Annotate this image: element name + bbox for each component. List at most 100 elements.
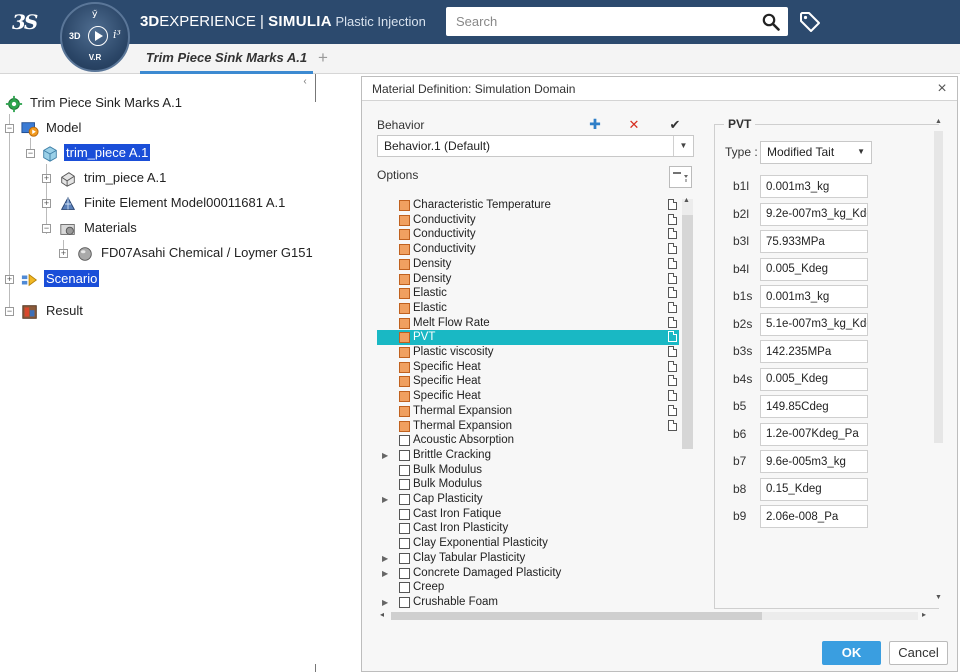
tag-icon[interactable] — [798, 10, 822, 34]
options-filter-button[interactable] — [669, 166, 692, 188]
option-item[interactable]: Bulk Modulus — [377, 463, 679, 478]
option-item[interactable]: Elastic — [377, 301, 679, 316]
expand-arrow-icon[interactable]: ▶ — [382, 595, 388, 608]
expand-toggle[interactable]: − — [26, 149, 35, 158]
pvt-param-input[interactable] — [760, 395, 868, 418]
document-icon[interactable] — [668, 199, 677, 210]
expand-toggle[interactable]: − — [42, 224, 51, 233]
document-icon[interactable] — [668, 360, 677, 372]
add-tab-button[interactable]: + — [318, 48, 328, 68]
document-icon[interactable] — [668, 331, 677, 343]
behavior-select[interactable]: Behavior.1 (Default) ▼ — [377, 135, 694, 157]
document-icon[interactable] — [668, 257, 677, 269]
option-item[interactable]: Cast Iron Plasticity — [377, 521, 679, 536]
option-checkbox[interactable] — [399, 523, 410, 535]
option-item[interactable]: ▶ Brittle Cracking — [377, 448, 679, 463]
option-item[interactable]: Thermal Expansion — [377, 419, 679, 434]
option-item[interactable]: Density — [377, 257, 679, 272]
tree-node-result[interactable]: Result — [20, 300, 85, 322]
pvt-param-input[interactable] — [760, 450, 868, 473]
option-checkbox[interactable] — [399, 405, 410, 417]
option-checkbox[interactable] — [399, 567, 410, 579]
option-item[interactable]: Density — [377, 272, 679, 287]
document-icon[interactable] — [668, 243, 677, 255]
pvt-param-input[interactable] — [760, 367, 868, 391]
expand-arrow-icon[interactable]: ▶ — [382, 448, 388, 463]
document-icon[interactable] — [668, 375, 677, 387]
tree-node-model[interactable]: Model — [20, 117, 83, 139]
collapse-panel-button[interactable]: ‹ — [298, 75, 312, 89]
tree-node-material-item[interactable]: FD07Asahi Chemical / Loymer G151 — [75, 242, 315, 264]
pvt-param-input[interactable] — [760, 175, 868, 198]
option-checkbox[interactable] — [399, 273, 410, 285]
option-item[interactable]: ▶ Clay Tabular Plasticity — [377, 551, 679, 566]
option-checkbox[interactable] — [399, 420, 410, 432]
tree-node-trim-piece-selected[interactable]: trim_piece A.1 — [40, 142, 151, 164]
cancel-button[interactable]: Cancel — [889, 641, 948, 665]
pvt-type-select[interactable]: Modified Tait ▼ — [760, 141, 872, 164]
option-checkbox[interactable] — [399, 464, 410, 476]
option-item[interactable]: Acoustic Absorption — [377, 433, 679, 448]
pvt-param-input[interactable] — [760, 285, 868, 308]
compass-widget[interactable]: Ӳ 3D i³ V.R — [60, 2, 130, 72]
option-checkbox[interactable] — [399, 200, 410, 211]
option-checkbox[interactable] — [399, 508, 410, 520]
tree-root[interactable]: Trim Piece Sink Marks A.1 — [4, 92, 184, 114]
document-icon[interactable] — [668, 316, 677, 328]
expand-arrow-icon[interactable]: ▶ — [382, 551, 388, 566]
horizontal-scroll-thumb[interactable] — [391, 612, 762, 620]
option-item[interactable]: Plastic viscosity — [377, 345, 679, 360]
option-checkbox[interactable] — [399, 376, 410, 388]
option-item[interactable]: Specific Heat — [377, 374, 679, 389]
options-scrollbar[interactable] — [682, 199, 693, 449]
expand-toggle[interactable]: + — [59, 249, 68, 258]
option-checkbox[interactable] — [399, 332, 410, 344]
dassault-logo-icon[interactable]: 3S — [12, 10, 46, 34]
compass-play-icon[interactable] — [88, 26, 108, 46]
document-icon[interactable] — [668, 404, 677, 416]
option-item[interactable]: Conductivity — [377, 242, 679, 257]
option-item[interactable]: Elastic — [377, 286, 679, 301]
option-checkbox[interactable] — [399, 347, 410, 358]
scroll-up-icon[interactable]: ▲ — [935, 118, 942, 125]
option-item[interactable]: Specific Heat — [377, 360, 679, 375]
search-icon[interactable] — [762, 13, 780, 31]
option-item[interactable]: Cast Iron Fatique — [377, 507, 679, 522]
pvt-param-input[interactable] — [760, 312, 868, 336]
scroll-up-icon[interactable]: ▲ — [683, 197, 690, 204]
expand-arrow-icon[interactable]: ▶ — [382, 566, 388, 581]
tree-node-scenario[interactable]: Scenario — [20, 268, 100, 290]
tree-node-fem[interactable]: Finite Element Model00011681 A.1 — [58, 192, 287, 214]
option-item[interactable]: Creep — [377, 580, 679, 595]
pvt-param-input[interactable] — [760, 477, 868, 501]
close-icon[interactable]: × — [933, 79, 951, 99]
option-item[interactable]: PVT — [377, 330, 679, 346]
document-icon[interactable] — [668, 287, 677, 299]
check-icon[interactable]: ✔ — [667, 117, 683, 133]
document-icon[interactable] — [668, 213, 677, 225]
option-checkbox[interactable] — [399, 361, 410, 373]
scroll-down-icon[interactable]: ▼ — [935, 594, 942, 601]
pvt-param-input[interactable] — [760, 340, 868, 363]
pvt-param-input[interactable] — [760, 422, 868, 446]
option-checkbox[interactable] — [399, 391, 410, 403]
expand-arrow-icon[interactable]: ▶ — [382, 492, 388, 507]
option-checkbox[interactable] — [399, 229, 410, 241]
option-checkbox[interactable] — [399, 449, 410, 461]
pvt-param-input[interactable] — [760, 257, 868, 281]
option-checkbox[interactable] — [399, 288, 410, 300]
add-icon[interactable]: ✚ — [587, 116, 603, 132]
document-icon[interactable] — [668, 346, 677, 357]
expand-toggle[interactable]: + — [5, 275, 14, 284]
option-checkbox[interactable] — [399, 317, 410, 329]
document-icon[interactable] — [668, 419, 677, 431]
pvt-param-input[interactable] — [760, 505, 868, 528]
document-icon[interactable] — [668, 272, 677, 284]
horizontal-scrollbar[interactable]: ◂ ▸ — [377, 610, 932, 622]
search-input[interactable] — [446, 7, 756, 36]
option-item[interactable]: Melt Flow Rate — [377, 316, 679, 331]
expand-toggle[interactable]: − — [5, 307, 14, 316]
tab-trim-piece-sink-marks[interactable]: Trim Piece Sink Marks A.1 — [140, 48, 313, 74]
tree-node-materials[interactable]: Materials — [58, 217, 139, 239]
option-item[interactable]: Specific Heat — [377, 389, 679, 404]
